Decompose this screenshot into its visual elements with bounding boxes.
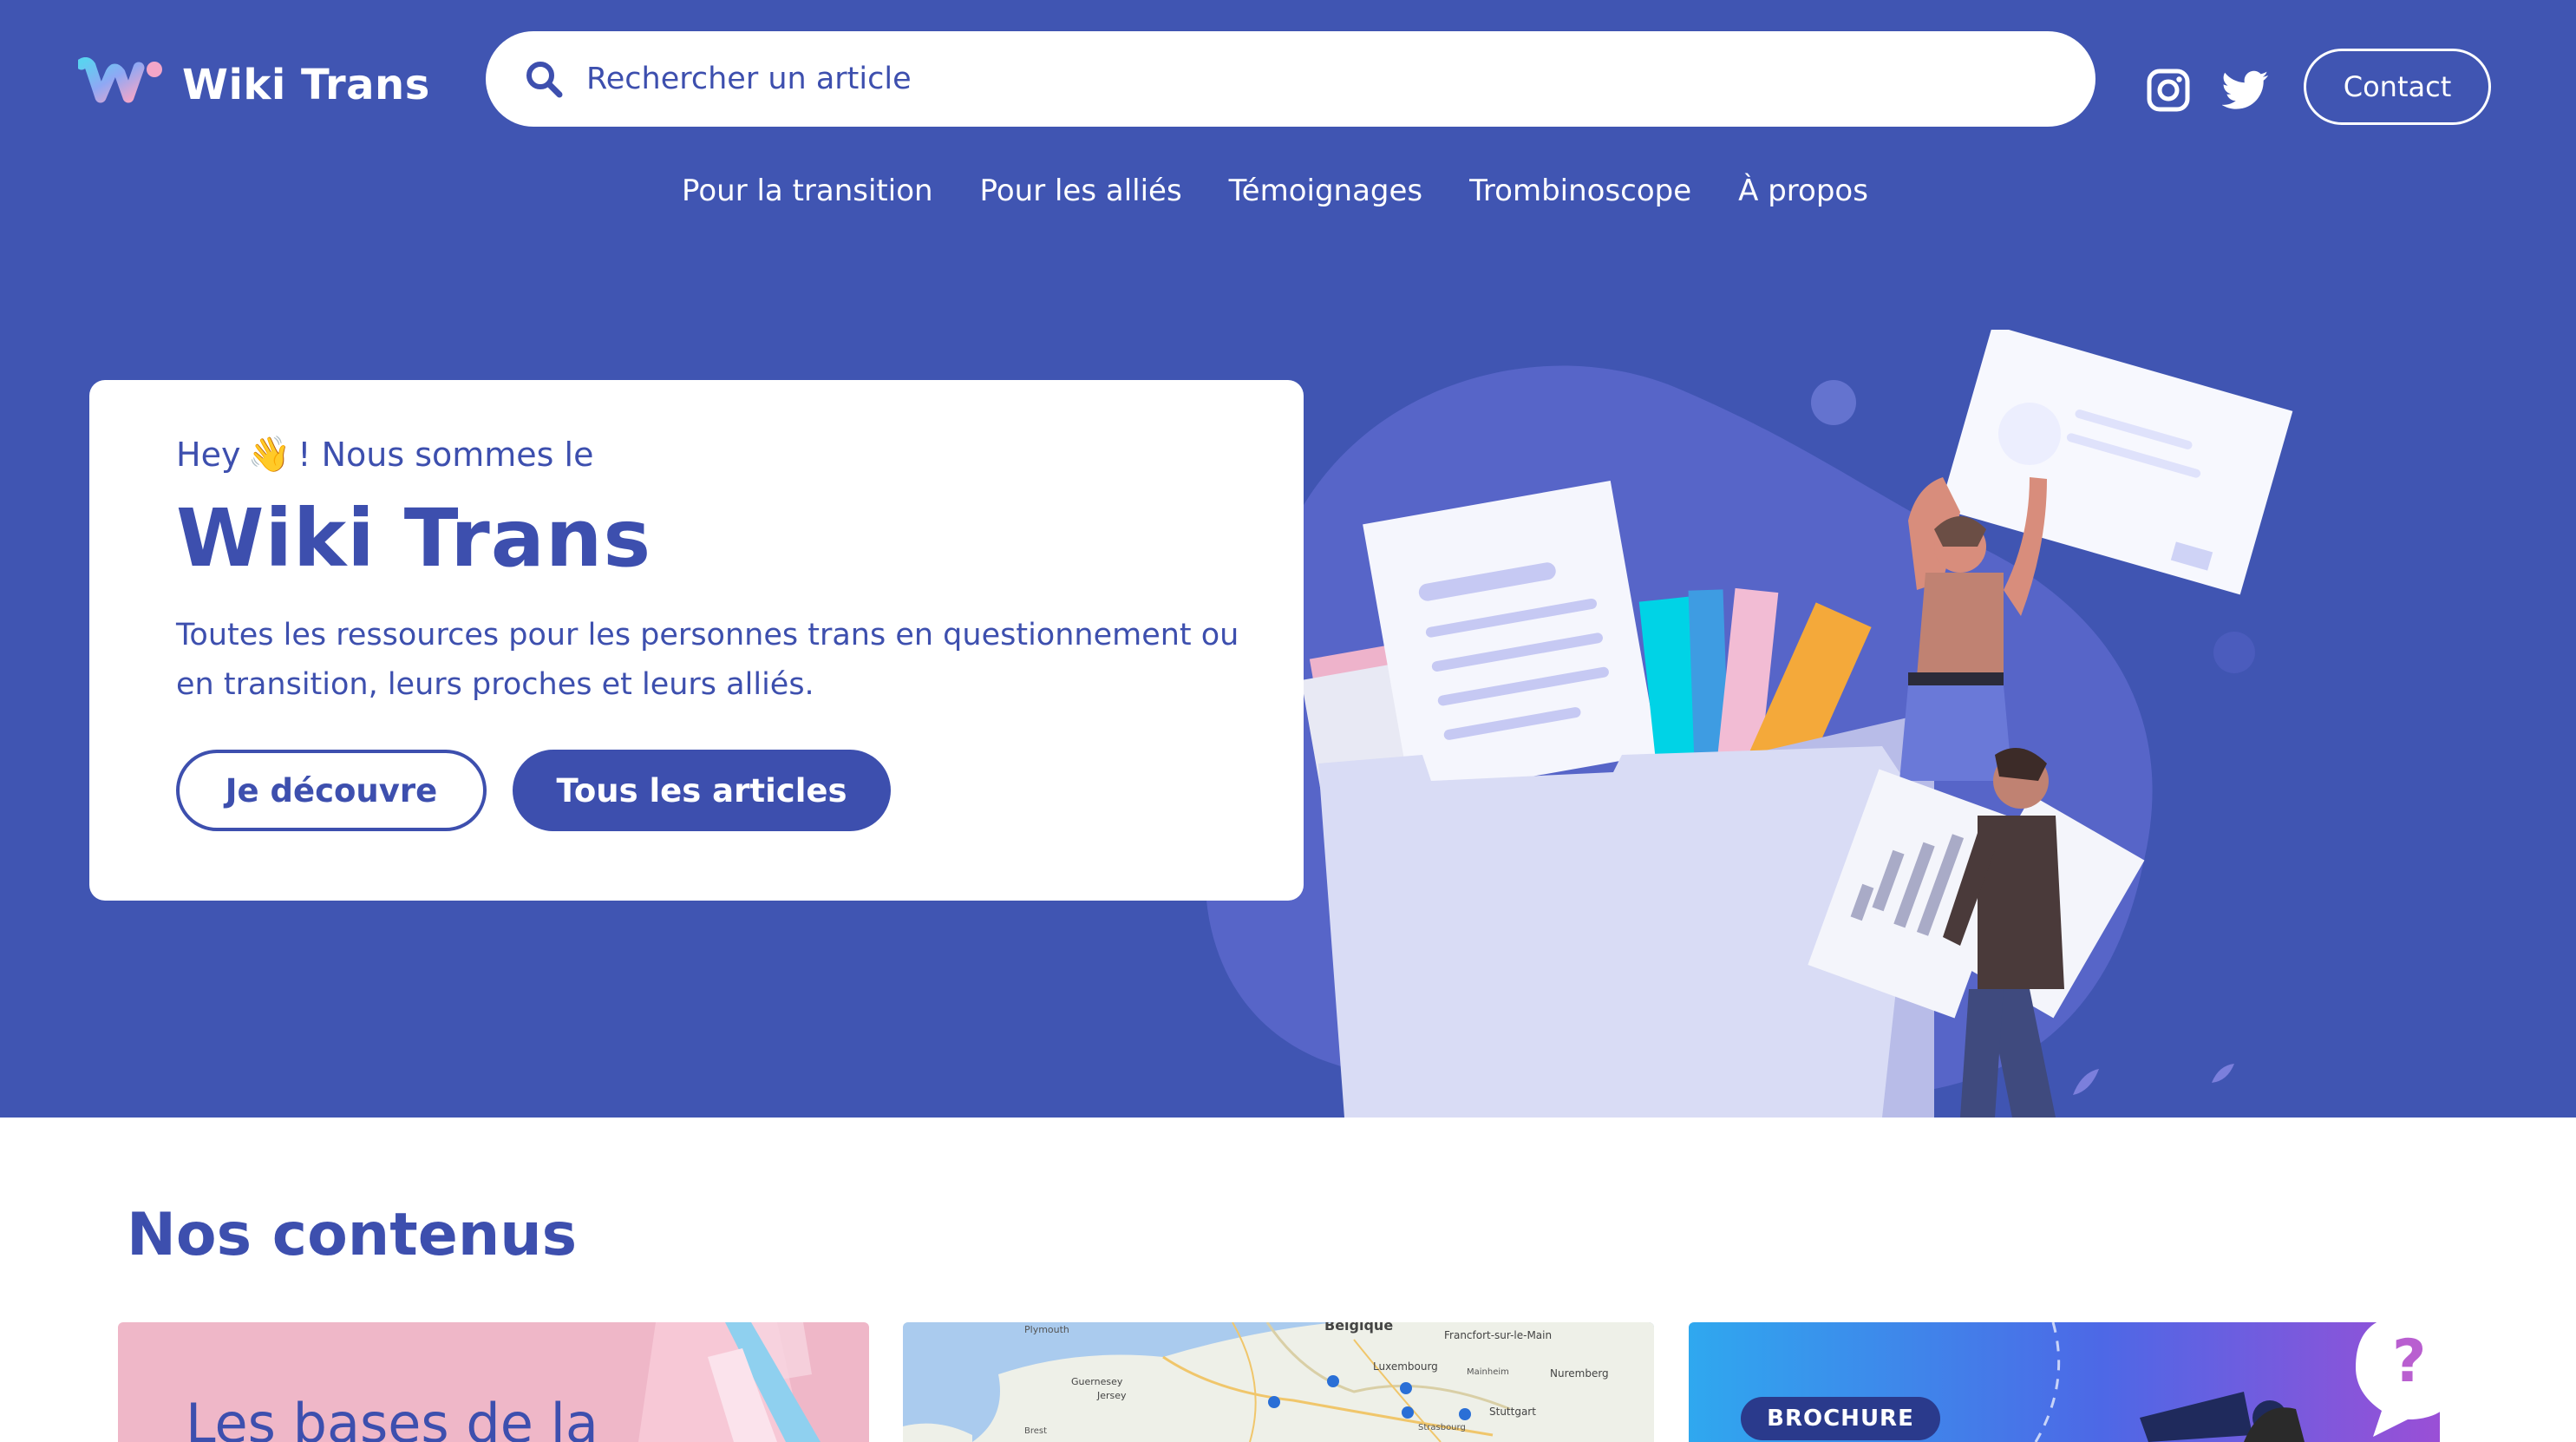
all-articles-button[interactable]: Tous les articles — [513, 750, 891, 831]
section-title: Nos contenus — [127, 1201, 578, 1269]
trans-flag-image — [638, 1322, 821, 1442]
map-label: Strasbourg — [1418, 1423, 1466, 1432]
waving-hand-icon: 👋 — [247, 435, 291, 475]
hero-title: Wiki Trans — [176, 492, 652, 585]
brochure-badge: BROCHURE — [1741, 1397, 1940, 1440]
map-label: Jersey — [1097, 1390, 1127, 1401]
map-label: Brest — [1024, 1426, 1048, 1436]
map-label: Francfort-sur-le-Main — [1444, 1329, 1553, 1341]
greeting-suffix: ! Nous sommes le — [297, 435, 594, 474]
map-label: Luxembourg — [1373, 1360, 1438, 1373]
instagram-icon[interactable] — [2146, 68, 2191, 113]
map-label: Mainheim — [1467, 1367, 1509, 1377]
search-icon — [526, 62, 563, 98]
dot-decor — [2213, 632, 2255, 673]
site-logo[interactable]: Wiki Trans — [78, 57, 430, 113]
discover-button[interactable]: Je découvre — [176, 750, 487, 831]
search-input[interactable] — [586, 62, 1974, 96]
nav-item-pour-la-transition[interactable]: Pour la transition — [682, 174, 933, 208]
card-title: Les bases de la — [186, 1392, 598, 1442]
map-label: Plymouth — [1024, 1324, 1069, 1335]
hero-card: Hey 👋 ! Nous sommes le Wiki Trans Toutes… — [89, 380, 1304, 901]
document-paper — [1363, 481, 1659, 798]
leaf-decor — [2073, 1069, 2099, 1095]
main-nav: Pour la transition Pour les alliés Témoi… — [0, 174, 2576, 208]
search-bar[interactable] — [486, 31, 2095, 127]
brand-name: Wiki Trans — [182, 61, 430, 109]
map-label: Nuremberg — [1550, 1367, 1609, 1380]
content-card-basics[interactable]: Les bases de la — [118, 1322, 869, 1442]
leaf-decor — [2212, 1064, 2234, 1083]
content-card-map[interactable]: Plymouth Belgique Francfort-sur-le-Main … — [903, 1322, 1654, 1442]
map-label: Stuttgart — [1489, 1406, 1536, 1418]
hero-description: Toutes les ressources pour les personnes… — [176, 618, 1239, 702]
help-question-mark[interactable]: ? — [2392, 1327, 2426, 1396]
hero-greeting: Hey 👋 ! Nous sommes le — [176, 434, 1217, 475]
content-card-brochure[interactable]: BROCHURE — [1689, 1322, 2440, 1442]
hero-illustration — [1205, 330, 2293, 1118]
hero-actions: Je découvre Tous les articles — [176, 750, 1217, 831]
contact-button[interactable]: Contact — [2304, 49, 2491, 125]
nav-item-pour-les-allies[interactable]: Pour les alliés — [980, 174, 1182, 208]
twitter-icon[interactable] — [2222, 69, 2269, 111]
dot-decor — [1811, 380, 1856, 425]
nav-item-trombinoscope[interactable]: Trombinoscope — [1469, 174, 1691, 208]
wiki-trans-logo-icon — [78, 57, 162, 103]
nav-item-temoignages[interactable]: Témoignages — [1229, 174, 1422, 208]
nav-item-a-propos[interactable]: À propos — [1738, 174, 1868, 208]
map-label: Belgique — [1324, 1322, 1394, 1334]
greeting-prefix: Hey — [176, 435, 241, 474]
map-label: Guernesey — [1071, 1376, 1123, 1387]
